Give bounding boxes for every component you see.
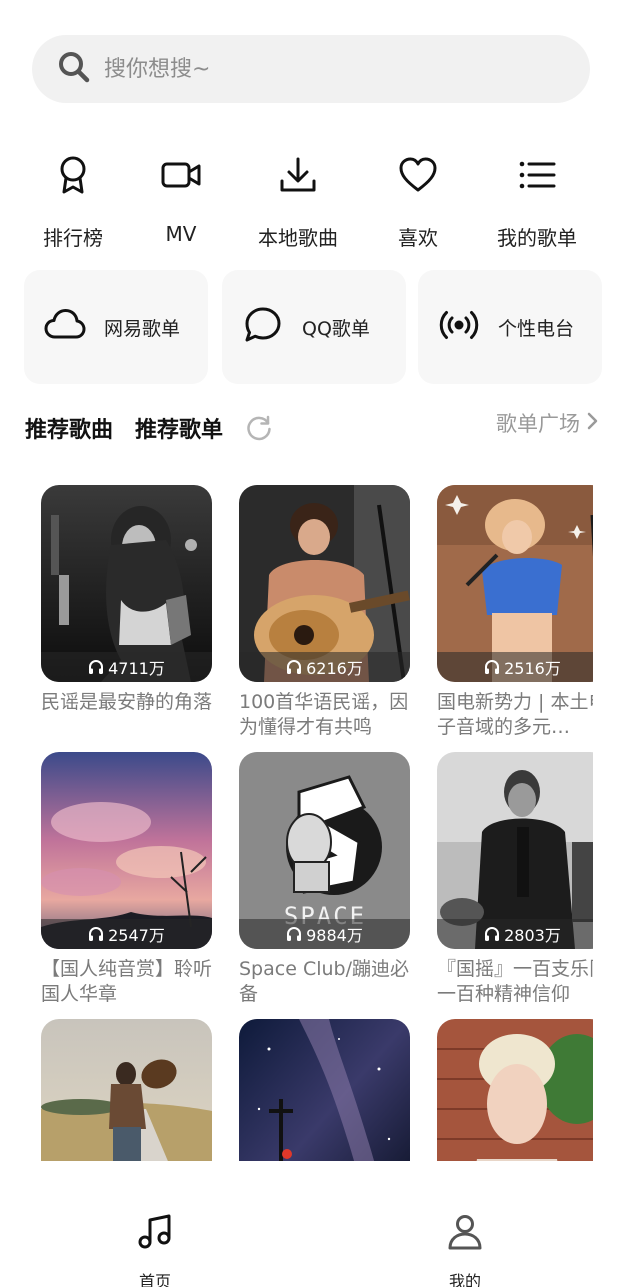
playlist-cover [41,1019,212,1161]
play-count-value: 2803万 [504,926,561,945]
play-count-value: 4711万 [108,659,165,678]
quick-item-label: MV [165,222,197,246]
quick-item-rank[interactable]: 排行榜 [18,150,128,251]
search-input[interactable] [104,56,524,82]
headphones-icon [89,927,104,941]
source-card-label: QQ歌单 [302,317,370,340]
music-note-icon [135,1214,175,1256]
playlist-title: Space Club/蹦迪必备 [239,958,409,1005]
nav-home[interactable]: 首页 [105,1212,205,1287]
play-count: 2803万 [437,919,593,949]
quick-item-my-playlists[interactable]: 我的歌单 [482,150,592,251]
playlist-card[interactable]: 2547万 【国人纯音赏】聆听国人华章 [41,752,212,1007]
play-count-value: 2516万 [504,659,561,678]
video-camera-icon [126,150,236,200]
source-card-label: 个性电台 [498,317,575,340]
playlist-cover: 2803万 [437,752,593,949]
play-count: 2516万 [437,652,593,682]
refresh-icon[interactable] [245,414,273,442]
source-cards: 网易歌单 QQ歌单 个性电台 [0,270,621,384]
playlist-card[interactable] [41,1019,212,1161]
chat-bubble-icon [242,304,284,350]
cloud-icon [44,304,86,350]
play-count-value: 2547万 [108,926,165,945]
quick-actions: 排行榜 MV 本地歌曲 喜欢 我的歌单 [0,150,621,260]
quick-item-label: 本地歌曲 [258,226,338,250]
playlist-grid: 4711万 民谣是最安静的角落 6216万 100首华语民谣，因为懂得才有共鸣 … [41,485,593,1161]
playlist-title: 国电新势力 | 本土电子音域的多元… [437,691,593,738]
playlist-cover [239,1019,410,1161]
playlist-title: 『国摇』一百支乐队一百种精神信仰 [437,958,593,1005]
playlist-cover [437,1019,593,1161]
quick-item-local[interactable]: 本地歌曲 [243,150,353,251]
headphones-icon [287,927,302,941]
download-icon [243,150,353,200]
headphones-icon [485,660,500,674]
bottom-nav: 首页 我的 [0,1200,621,1287]
playlist-cover: 6216万 [239,485,410,682]
playlist-card[interactable]: SPACE 9884万 Space Club/蹦迪必备 [239,752,410,1007]
playlist-card[interactable] [437,1019,593,1161]
headphones-icon [89,660,104,674]
nav-label: 我的 [448,1272,481,1287]
playlist-title: 100首华语民谣，因为懂得才有共鸣 [239,691,409,738]
plaza-label: 歌单广场 [496,412,580,436]
play-count: 4711万 [41,652,212,682]
quick-item-label: 排行榜 [43,226,103,250]
playlist-title: 【国人纯音赏】聆听国人华章 [41,958,212,1005]
play-count-value: 9884万 [306,926,363,945]
source-card-netease[interactable]: 网易歌单 [24,270,208,384]
ribbon-badge-icon [18,150,128,200]
headphones-icon [485,927,500,941]
source-card-label: 网易歌单 [104,317,181,340]
heart-icon [363,150,473,200]
radio-broadcast-icon [438,304,480,350]
quick-item-label: 我的歌单 [497,226,577,250]
playlist-cover: 2547万 [41,752,212,949]
quick-item-label: 喜欢 [398,226,438,250]
tab-recommended-playlists[interactable]: 推荐歌单 [135,412,223,444]
playlist-card[interactable]: 4711万 民谣是最安静的角落 [41,485,212,740]
play-count: 6216万 [239,652,410,682]
list-icon [482,150,592,200]
search-bar[interactable] [32,35,590,103]
person-icon [445,1215,485,1256]
headphones-icon [287,660,302,674]
source-card-qq[interactable]: QQ歌单 [222,270,406,384]
playlist-card[interactable]: 6216万 100首华语民谣，因为懂得才有共鸣 [239,485,410,740]
recommend-section-header: 推荐歌曲 推荐歌单 歌单广场 [25,400,600,454]
nav-label: 首页 [138,1272,171,1287]
play-count: 9884万 [239,919,410,949]
play-count: 2547万 [41,919,212,949]
playlist-card[interactable]: 2516万 国电新势力 | 本土电子音域的多元… [437,485,593,740]
play-count-value: 6216万 [306,659,363,678]
nav-mine[interactable]: 我的 [415,1212,515,1287]
playlist-cover: 4711万 [41,485,212,682]
quick-item-mv[interactable]: MV [126,150,236,246]
playlist-cover: SPACE 9884万 [239,752,410,949]
playlist-card[interactable]: 2803万 『国摇』一百支乐队一百种精神信仰 [437,752,593,1007]
chevron-right-icon [580,411,600,436]
playlist-card[interactable] [239,1019,410,1161]
playlist-plaza-link[interactable]: 歌单广场 [496,408,600,438]
source-card-radio[interactable]: 个性电台 [418,270,602,384]
tab-recommended-songs[interactable]: 推荐歌曲 [25,412,113,444]
playlist-cover: 2516万 [437,485,593,682]
search-icon [56,49,92,89]
playlist-title: 民谣是最安静的角落 [41,691,212,713]
quick-item-liked[interactable]: 喜欢 [363,150,473,251]
